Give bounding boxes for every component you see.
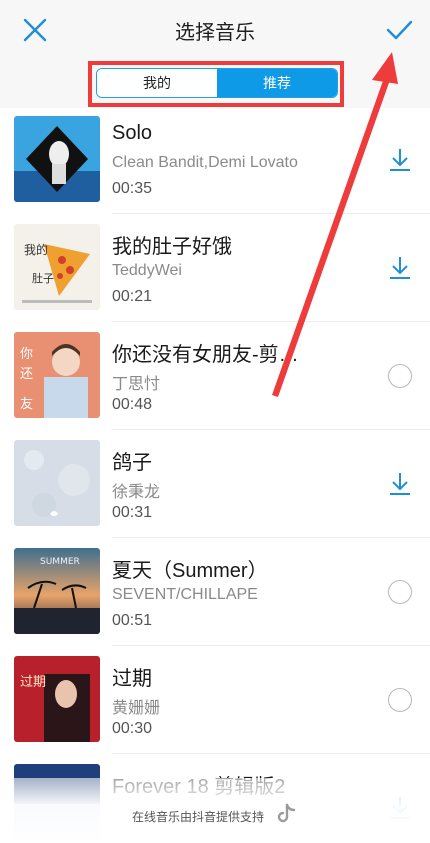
song-row[interactable]: 你 还 友 你还没有女朋友-剪… 丁思忖 00:48 [0, 322, 430, 430]
song-duration: 00:48 [112, 396, 153, 413]
song-title: 鸽子 [112, 452, 152, 474]
album-cover [14, 116, 100, 202]
album-cover: 你 还 友 [14, 332, 100, 418]
song-title: 夏天（Summer） [112, 560, 268, 582]
svg-text:肚子: 肚子 [32, 271, 54, 285]
select-radio[interactable] [386, 686, 414, 714]
svg-text:你: 你 [20, 347, 33, 362]
footer-attribution: 在线音乐由抖音提供支持 [0, 778, 430, 843]
song-row[interactable]: SUMMER 夏天（Summer） SEVENT/CHILLAPE 00:51 [0, 538, 430, 646]
page-title: 选择音乐 [175, 22, 255, 44]
footer-text: 在线音乐由抖音提供支持 [132, 810, 265, 824]
song-artist: 徐秉龙 [112, 484, 161, 501]
svg-text:我的: 我的 [24, 242, 48, 257]
song-duration: 00:21 [112, 288, 153, 305]
select-radio[interactable] [386, 578, 414, 606]
song-duration: 00:30 [112, 720, 153, 737]
download-icon[interactable] [386, 254, 414, 282]
song-artist: 丁思忖 [112, 376, 161, 393]
song-title: 我的肚子好饿 [112, 236, 232, 258]
song-artist: Clean Bandit,Demi Lovato [112, 154, 298, 171]
song-duration: 00:51 [112, 612, 153, 629]
download-icon[interactable] [386, 470, 414, 498]
download-icon[interactable] [386, 146, 414, 174]
svg-text:过期: 过期 [20, 675, 46, 690]
song-artist: 黄姗姗 [112, 700, 161, 717]
song-artist: TeddyWei [112, 262, 182, 279]
song-row[interactable]: 我的 肚子 我的肚子好饿 TeddyWei 00:21 [0, 214, 430, 322]
album-cover [14, 440, 100, 526]
top-bar: 选择音乐 [0, 0, 430, 60]
douyin-logo-icon [277, 803, 296, 823]
highlight-box [88, 61, 344, 107]
svg-text:友: 友 [20, 396, 33, 412]
song-row[interactable]: Solo Clean Bandit,Demi Lovato 00:35 [0, 106, 430, 214]
album-cover: 过期 [14, 656, 100, 742]
song-list: Solo Clean Bandit,Demi Lovato 00:35 我的 肚… [0, 106, 430, 843]
song-duration: 00:31 [112, 504, 153, 521]
song-duration: 00:35 [112, 180, 153, 197]
svg-text:还: 还 [20, 367, 33, 382]
select-radio[interactable] [386, 362, 414, 390]
song-row[interactable]: 过期 过期 黄姗姗 00:30 [0, 646, 430, 754]
confirm-check-icon[interactable] [384, 15, 414, 45]
song-title: 过期 [112, 668, 152, 690]
song-artist: SEVENT/CHILLAPE [112, 586, 258, 603]
song-title: 你还没有女朋友-剪… [112, 344, 299, 366]
song-title: Solo [112, 122, 153, 144]
song-row[interactable]: 鸽子 徐秉龙 00:31 [0, 430, 430, 538]
album-cover: 我的 肚子 [14, 224, 100, 310]
album-cover: SUMMER [14, 548, 100, 634]
svg-text:SUMMER: SUMMER [40, 557, 80, 567]
